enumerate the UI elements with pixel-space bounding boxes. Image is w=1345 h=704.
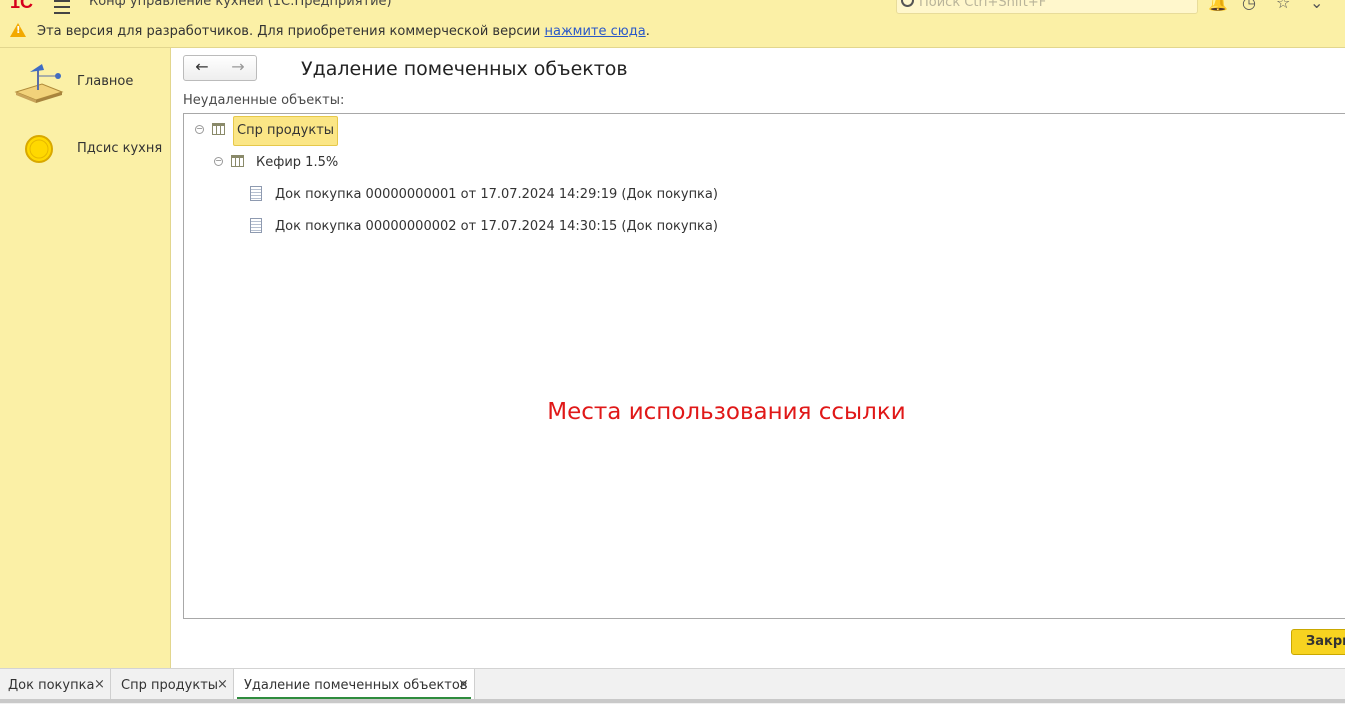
star-icon[interactable]: ☆ bbox=[1276, 0, 1290, 12]
tree-node-root-label: Спр продукты bbox=[237, 123, 335, 138]
search-placeholder: Поиск Ctrl+Shift+F bbox=[919, 0, 1047, 10]
sidebar-item-kitchen-label: Пдсис кухня bbox=[77, 141, 163, 156]
document-icon bbox=[250, 218, 262, 233]
tab-label: Удаление помеченных объектов bbox=[244, 678, 468, 693]
forward-button[interactable]: → bbox=[220, 56, 256, 80]
buy-link[interactable]: нажмите сюда bbox=[545, 24, 646, 39]
window-bottom-edge bbox=[0, 699, 1345, 703]
document-icon bbox=[250, 186, 262, 201]
form-area: ← → Удаление помеченных объектов Неудале… bbox=[171, 48, 1345, 668]
history-nav: ← → bbox=[183, 55, 257, 81]
tree-node-doc[interactable]: Док покупка 00000000001 от 17.07.2024 14… bbox=[275, 187, 718, 202]
tab-label: Док покупка bbox=[8, 678, 95, 693]
undeleted-objects-tree[interactable]: − Спр продукты − Кефир 1.5% Док покупка … bbox=[183, 113, 1345, 619]
warning-suffix: . bbox=[645, 24, 650, 39]
catalog-icon bbox=[231, 155, 244, 167]
more-icon[interactable]: ⌄ bbox=[1310, 0, 1323, 12]
close-icon[interactable]: × bbox=[458, 677, 469, 692]
history-icon[interactable]: ◷ bbox=[1242, 0, 1256, 12]
top-bar: 1С Конф управление кухней (1С:Предприяти… bbox=[0, 0, 1345, 15]
bell-icon[interactable]: 🔔 bbox=[1208, 0, 1228, 12]
warning-message: Эта версия для разработчиков. Для приобр… bbox=[37, 24, 650, 39]
sidebar-item-main-label: Главное bbox=[77, 74, 134, 89]
app-title: Конф управление кухней (1С:Предприятие) bbox=[89, 0, 392, 9]
close-icon[interactable]: × bbox=[217, 677, 228, 692]
collapse-icon[interactable]: − bbox=[214, 157, 223, 166]
tree-node-child[interactable]: Кефир 1.5% bbox=[256, 155, 338, 170]
collapse-icon[interactable]: − bbox=[195, 125, 204, 134]
search-icon bbox=[901, 0, 914, 7]
page-title: Удаление помеченных объектов bbox=[301, 58, 628, 80]
close-icon[interactable]: × bbox=[94, 677, 105, 692]
main-desk-lamp-icon bbox=[14, 64, 64, 103]
usages-caption: Места использования ссылки bbox=[547, 399, 906, 425]
sidebar-item-main[interactable]: Главное bbox=[0, 52, 170, 112]
warning-icon: ! bbox=[10, 23, 26, 37]
yellow-circle-icon bbox=[25, 135, 53, 163]
developer-warning-bar: ! Эта версия для разработчиков. Для прио… bbox=[0, 15, 1345, 48]
tree-node-doc[interactable]: Док покупка 00000000002 от 17.07.2024 14… bbox=[275, 219, 718, 234]
tab-delete-marked[interactable]: Удаление помеченных объектов × bbox=[234, 669, 475, 701]
back-button[interactable]: ← bbox=[184, 56, 220, 80]
catalog-icon bbox=[212, 123, 225, 135]
sidebar-item-kitchen[interactable]: Пдсис кухня bbox=[0, 118, 170, 178]
tab-label: Спр продукты bbox=[121, 678, 219, 693]
tree-node-root[interactable]: Спр продукты bbox=[233, 116, 339, 146]
sections-sidebar: Главное Пдсис кухня bbox=[0, 48, 171, 668]
tab-products[interactable]: Спр продукты × bbox=[111, 669, 234, 701]
close-button[interactable]: Закрыть bbox=[1291, 629, 1345, 655]
warning-text: Эта версия для разработчиков. Для приобр… bbox=[37, 24, 545, 39]
undeleted-objects-label: Неудаленные объекты: bbox=[183, 93, 345, 108]
menu-icon[interactable] bbox=[54, 0, 70, 14]
search-input[interactable]: Поиск Ctrl+Shift+F bbox=[896, 0, 1198, 14]
app-logo: 1С bbox=[10, 0, 34, 12]
tab-purchase-doc[interactable]: Док покупка × bbox=[0, 669, 111, 701]
